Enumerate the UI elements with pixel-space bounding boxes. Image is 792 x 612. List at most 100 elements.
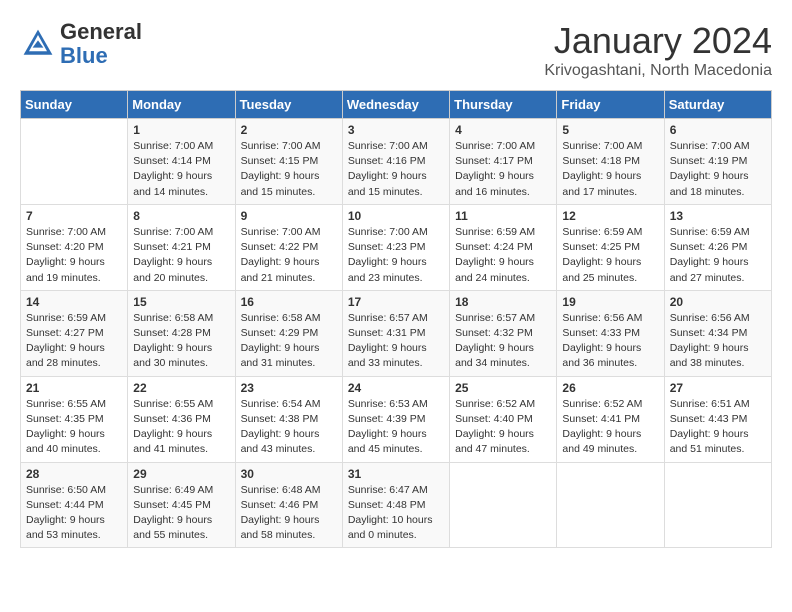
day-number: 13 xyxy=(670,209,766,223)
day-number: 14 xyxy=(26,295,122,309)
weekday-header-cell: Wednesday xyxy=(342,91,449,119)
day-info: Sunrise: 6:50 AMSunset: 4:44 PMDaylight:… xyxy=(26,483,122,544)
month-title: January 2024 xyxy=(544,20,772,62)
day-number: 15 xyxy=(133,295,229,309)
day-number: 22 xyxy=(133,381,229,395)
day-number: 23 xyxy=(241,381,337,395)
day-number: 31 xyxy=(348,467,444,481)
day-info: Sunrise: 7:00 AMSunset: 4:14 PMDaylight:… xyxy=(133,139,229,200)
day-info: Sunrise: 6:52 AMSunset: 4:41 PMDaylight:… xyxy=(562,397,658,458)
calendar-day-cell: 14 Sunrise: 6:59 AMSunset: 4:27 PMDayligh… xyxy=(21,290,128,376)
calendar-day-cell: 7Sunrise: 7:00 AMSunset: 4:20 PMDaylight… xyxy=(21,204,128,290)
logo-blue: Blue xyxy=(60,43,108,68)
calendar-day-cell xyxy=(21,119,128,205)
calendar-week-row: 1 Sunrise: 7:00 AMSunset: 4:14 PMDaylight… xyxy=(21,119,772,205)
day-number: 16 xyxy=(241,295,337,309)
calendar-day-cell: 29 Sunrise: 6:49 AMSunset: 4:45 PMDayligh… xyxy=(128,462,235,548)
calendar-day-cell xyxy=(450,462,557,548)
calendar-day-cell: 16 Sunrise: 6:58 AMSunset: 4:29 PMDayligh… xyxy=(235,290,342,376)
calendar-day-cell: 10Sunrise: 7:00 AMSunset: 4:23 PMDayligh… xyxy=(342,204,449,290)
calendar-day-cell: 12Sunrise: 6:59 AMSunset: 4:25 PMDayligh… xyxy=(557,204,664,290)
day-info: Sunrise: 6:56 AMSunset: 4:33 PMDaylight:… xyxy=(562,311,658,372)
day-info: Sunrise: 6:56 AMSunset: 4:34 PMDaylight:… xyxy=(670,311,766,372)
day-info: Sunrise: 6:59 AMSunset: 4:27 PMDaylight:… xyxy=(26,311,122,372)
day-info: Sunrise: 6:55 AMSunset: 4:35 PMDaylight:… xyxy=(26,397,122,458)
calendar-day-cell xyxy=(557,462,664,548)
day-info: Sunrise: 7:00 AMSunset: 4:16 PMDaylight:… xyxy=(348,139,444,200)
day-info: Sunrise: 6:55 AMSunset: 4:36 PMDaylight:… xyxy=(133,397,229,458)
day-info: Sunrise: 6:58 AMSunset: 4:29 PMDaylight:… xyxy=(241,311,337,372)
day-number: 3 xyxy=(348,123,444,137)
weekday-header-cell: Tuesday xyxy=(235,91,342,119)
day-number: 28 xyxy=(26,467,122,481)
day-number: 2 xyxy=(241,123,337,137)
weekday-header-cell: Friday xyxy=(557,91,664,119)
day-number: 27 xyxy=(670,381,766,395)
calendar-day-cell: 21 Sunrise: 6:55 AMSunset: 4:35 PMDayligh… xyxy=(21,376,128,462)
calendar-day-cell: 31 Sunrise: 6:47 AMSunset: 4:48 PMDayligh… xyxy=(342,462,449,548)
weekday-header-cell: Sunday xyxy=(21,91,128,119)
calendar-day-cell: 4 Sunrise: 7:00 AMSunset: 4:17 PMDaylight… xyxy=(450,119,557,205)
calendar-day-cell: 2 Sunrise: 7:00 AMSunset: 4:15 PMDaylight… xyxy=(235,119,342,205)
day-info: Sunrise: 7:00 AMSunset: 4:19 PMDaylight:… xyxy=(670,139,766,200)
calendar-day-cell: 20 Sunrise: 6:56 AMSunset: 4:34 PMDayligh… xyxy=(664,290,771,376)
day-number: 30 xyxy=(241,467,337,481)
day-number: 24 xyxy=(348,381,444,395)
calendar-day-cell: 23 Sunrise: 6:54 AMSunset: 4:38 PMDayligh… xyxy=(235,376,342,462)
calendar-day-cell: 19 Sunrise: 6:56 AMSunset: 4:33 PMDayligh… xyxy=(557,290,664,376)
day-number: 25 xyxy=(455,381,551,395)
day-number: 21 xyxy=(26,381,122,395)
calendar-day-cell: 30 Sunrise: 6:48 AMSunset: 4:46 PMDayligh… xyxy=(235,462,342,548)
calendar-day-cell: 6 Sunrise: 7:00 AMSunset: 4:19 PMDaylight… xyxy=(664,119,771,205)
day-info: Sunrise: 6:48 AMSunset: 4:46 PMDaylight:… xyxy=(241,483,337,544)
day-number: 9 xyxy=(241,209,337,223)
logo-text: General Blue xyxy=(60,20,142,68)
logo-general: General xyxy=(60,19,142,44)
calendar-week-row: 28 Sunrise: 6:50 AMSunset: 4:44 PMDayligh… xyxy=(21,462,772,548)
day-number: 29 xyxy=(133,467,229,481)
day-number: 4 xyxy=(455,123,551,137)
day-info: Sunrise: 7:00 AMSunset: 4:18 PMDaylight:… xyxy=(562,139,658,200)
calendar-day-cell: 11Sunrise: 6:59 AMSunset: 4:24 PMDayligh… xyxy=(450,204,557,290)
day-number: 18 xyxy=(455,295,551,309)
day-info: Sunrise: 6:54 AMSunset: 4:38 PMDaylight:… xyxy=(241,397,337,458)
day-info: Sunrise: 6:47 AMSunset: 4:48 PMDaylight:… xyxy=(348,483,444,544)
day-number: 5 xyxy=(562,123,658,137)
day-info: Sunrise: 6:59 AMSunset: 4:26 PMDaylight:… xyxy=(670,225,766,286)
day-info: Sunrise: 6:52 AMSunset: 4:40 PMDaylight:… xyxy=(455,397,551,458)
day-number: 26 xyxy=(562,381,658,395)
day-number: 11 xyxy=(455,209,551,223)
calendar-day-cell: 24Sunrise: 6:53 AMSunset: 4:39 PMDayligh… xyxy=(342,376,449,462)
calendar-day-cell: 5 Sunrise: 7:00 AMSunset: 4:18 PMDaylight… xyxy=(557,119,664,205)
day-info: Sunrise: 6:49 AMSunset: 4:45 PMDaylight:… xyxy=(133,483,229,544)
calendar-day-cell: 22 Sunrise: 6:55 AMSunset: 4:36 PMDayligh… xyxy=(128,376,235,462)
weekday-header-row: SundayMondayTuesdayWednesdayThursdayFrid… xyxy=(21,91,772,119)
day-info: Sunrise: 6:57 AMSunset: 4:32 PMDaylight:… xyxy=(455,311,551,372)
calendar-day-cell: 28 Sunrise: 6:50 AMSunset: 4:44 PMDayligh… xyxy=(21,462,128,548)
day-info: Sunrise: 6:51 AMSunset: 4:43 PMDaylight:… xyxy=(670,397,766,458)
day-number: 1 xyxy=(133,123,229,137)
day-info: Sunrise: 7:00 AMSunset: 4:22 PMDaylight:… xyxy=(241,225,337,286)
day-info: Sunrise: 6:57 AMSunset: 4:31 PMDaylight:… xyxy=(348,311,444,372)
day-info: Sunrise: 7:00 AMSunset: 4:17 PMDaylight:… xyxy=(455,139,551,200)
calendar-day-cell: 17 Sunrise: 6:57 AMSunset: 4:31 PMDayligh… xyxy=(342,290,449,376)
calendar-day-cell: 27 Sunrise: 6:51 AMSunset: 4:43 PMDayligh… xyxy=(664,376,771,462)
calendar-day-cell xyxy=(664,462,771,548)
day-number: 17 xyxy=(348,295,444,309)
weekday-header-cell: Saturday xyxy=(664,91,771,119)
day-number: 19 xyxy=(562,295,658,309)
calendar-day-cell: 9 Sunrise: 7:00 AMSunset: 4:22 PMDaylight… xyxy=(235,204,342,290)
title-block: January 2024 Krivogashtani, North Macedo… xyxy=(544,20,772,80)
calendar-day-cell: 13 Sunrise: 6:59 AMSunset: 4:26 PMDayligh… xyxy=(664,204,771,290)
day-number: 20 xyxy=(670,295,766,309)
day-info: Sunrise: 7:00 AMSunset: 4:23 PMDaylight:… xyxy=(348,225,444,286)
logo: General Blue xyxy=(20,20,142,68)
calendar-week-row: 14 Sunrise: 6:59 AMSunset: 4:27 PMDayligh… xyxy=(21,290,772,376)
calendar-week-row: 21 Sunrise: 6:55 AMSunset: 4:35 PMDayligh… xyxy=(21,376,772,462)
day-number: 6 xyxy=(670,123,766,137)
calendar-table: SundayMondayTuesdayWednesdayThursdayFrid… xyxy=(20,90,772,548)
day-info: Sunrise: 7:00 AMSunset: 4:15 PMDaylight:… xyxy=(241,139,337,200)
day-number: 8 xyxy=(133,209,229,223)
calendar-week-row: 7Sunrise: 7:00 AMSunset: 4:20 PMDaylight… xyxy=(21,204,772,290)
calendar-day-cell: 15Sunrise: 6:58 AMSunset: 4:28 PMDayligh… xyxy=(128,290,235,376)
